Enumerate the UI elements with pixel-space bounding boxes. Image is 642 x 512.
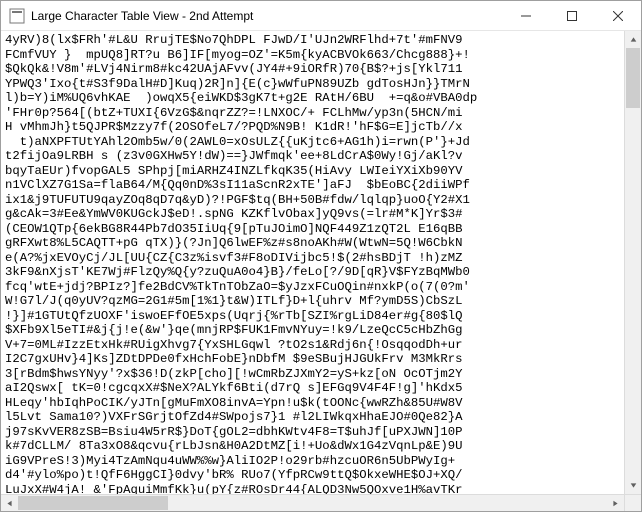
vertical-scroll-thumb[interactable] bbox=[626, 48, 640, 108]
scroll-right-button[interactable] bbox=[607, 495, 624, 511]
chevron-left-icon bbox=[6, 500, 13, 507]
app-icon bbox=[9, 8, 25, 24]
vertical-scroll-track[interactable] bbox=[625, 48, 641, 477]
scroll-up-button[interactable] bbox=[625, 31, 641, 48]
window-title: Large Character Table View - 2nd Attempt bbox=[31, 1, 503, 31]
close-button[interactable] bbox=[595, 1, 641, 30]
minimize-button[interactable] bbox=[503, 1, 549, 30]
scroll-down-button[interactable] bbox=[625, 477, 641, 494]
chevron-up-icon bbox=[630, 36, 637, 43]
horizontal-scroll-thumb[interactable] bbox=[18, 496, 168, 510]
vertical-scrollbar[interactable] bbox=[624, 31, 641, 494]
horizontal-scroll-track[interactable] bbox=[18, 495, 607, 511]
minimize-icon bbox=[521, 11, 531, 21]
character-table-text[interactable]: 4yRV)8(lx$FRh'#L&U RrujTE$No7QhDPL FJwD/… bbox=[1, 31, 624, 494]
application-window: Large Character Table View - 2nd Attempt… bbox=[0, 0, 642, 512]
close-icon bbox=[613, 11, 623, 21]
client-area: 4yRV)8(lx$FRh'#L&U RrujTE$No7QhDPL FJwD/… bbox=[1, 31, 641, 494]
title-bar[interactable]: Large Character Table View - 2nd Attempt bbox=[1, 1, 641, 31]
maximize-button[interactable] bbox=[549, 1, 595, 30]
scroll-left-button[interactable] bbox=[1, 495, 18, 511]
scrollbar-corner bbox=[624, 494, 641, 511]
hscroll-row bbox=[1, 494, 641, 511]
maximize-icon bbox=[567, 11, 577, 21]
horizontal-scrollbar[interactable] bbox=[1, 494, 624, 511]
chevron-right-icon bbox=[612, 500, 619, 507]
window-controls bbox=[503, 1, 641, 30]
chevron-down-icon bbox=[630, 482, 637, 489]
